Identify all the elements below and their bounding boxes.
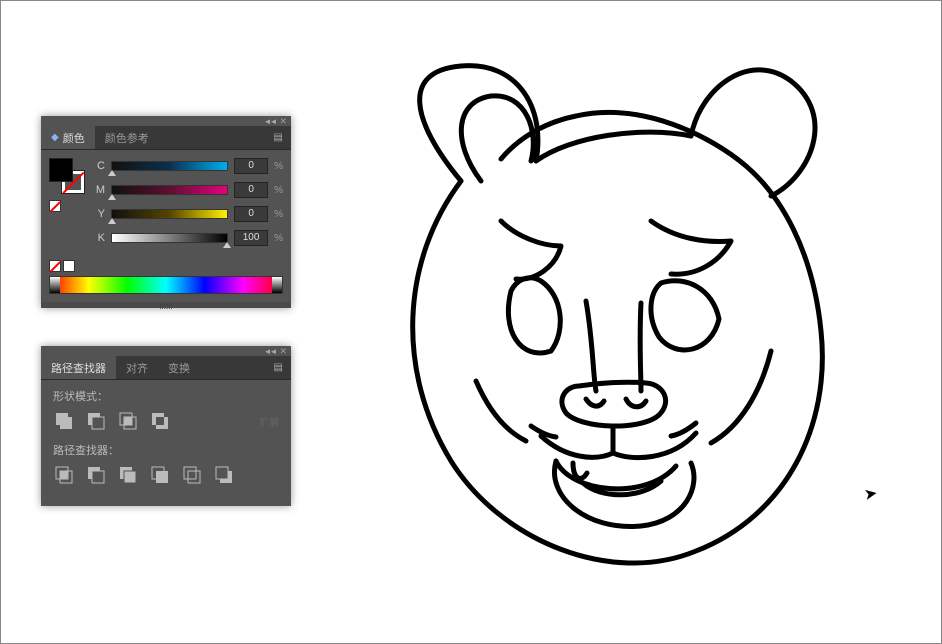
minus-front-button[interactable] (85, 410, 107, 432)
pathfinder-tabs: 路径查找器 对齐 变换 ▤ (41, 356, 291, 380)
outline-button[interactable] (181, 464, 203, 486)
color-panel-tabs: ◆ 颜色 颜色参考 ▤ (41, 126, 291, 150)
canvas-artwork (341, 31, 921, 611)
tab-align[interactable]: 对齐 (116, 356, 158, 379)
collapse-arrows-icon[interactable]: ◄◄ (264, 117, 276, 126)
slider-c[interactable] (111, 161, 228, 171)
slider-label: Y (93, 208, 105, 220)
panel-topbar: ◄◄ ✕ (41, 116, 291, 126)
slider-m[interactable] (111, 185, 228, 195)
tab-label: 路径查找器 (51, 360, 106, 376)
fill-swatch[interactable] (49, 158, 73, 182)
slider-label: M (93, 184, 105, 196)
tab-label: 颜色参考 (105, 130, 149, 146)
minus-back-button[interactable] (213, 464, 235, 486)
tab-label: 变换 (168, 360, 190, 376)
color-panel-body: C 0 % M 0 % Y 0 % K 100 % (41, 150, 291, 256)
slider-y[interactable] (111, 209, 228, 219)
pct-label: % (274, 161, 283, 172)
merge-button[interactable] (117, 464, 139, 486)
tab-label: 颜色 (63, 130, 85, 146)
tab-label: 对齐 (126, 360, 148, 376)
slider-y-value[interactable]: 0 (234, 206, 268, 222)
slider-c-row: C 0 % (93, 158, 283, 174)
unite-button[interactable] (53, 410, 75, 432)
panel-menu-icon[interactable]: ▤ (266, 362, 291, 373)
trim-button[interactable] (85, 464, 107, 486)
panel-menu-icon[interactable]: ▤ (266, 132, 291, 143)
slider-k[interactable] (111, 233, 228, 243)
pathfinders-row (53, 464, 279, 486)
close-panel-icon[interactable]: ✕ (279, 346, 287, 357)
panel-topbar: ◄◄ ✕ (41, 346, 291, 356)
pathfinders-label: 路径查找器： (53, 442, 279, 458)
slider-label: K (93, 232, 105, 244)
cmyk-sliders: C 0 % M 0 % Y 0 % K 100 % (93, 158, 283, 248)
pathfinder-body: 形状模式： 扩展 路径查找器： (41, 380, 291, 506)
tab-pathfinder[interactable]: 路径查找器 (41, 356, 116, 379)
none-swatch[interactable] (49, 200, 61, 212)
footer-none-swatch[interactable] (49, 260, 61, 272)
expand-icon: ◆ (51, 132, 59, 143)
slider-m-row: M 0 % (93, 182, 283, 198)
color-panel: ◄◄ ✕ ◆ 颜色 颜色参考 ▤ C 0 % M (41, 116, 291, 308)
pathfinder-panel: ◄◄ ✕ 路径查找器 对齐 变换 ▤ 形状模式： (41, 346, 291, 506)
collapse-arrows-icon[interactable]: ◄◄ (264, 347, 276, 356)
crop-button[interactable] (149, 464, 171, 486)
slider-m-value[interactable]: 0 (234, 182, 268, 198)
color-footer (41, 256, 291, 302)
mini-swatches (49, 200, 61, 212)
footer-white-swatch[interactable] (63, 260, 75, 272)
exclude-button[interactable] (149, 410, 171, 432)
slider-c-value[interactable]: 0 (234, 158, 268, 174)
fill-stroke-swatches (49, 158, 85, 248)
tab-color-guide[interactable]: 颜色参考 (95, 126, 159, 149)
slider-label: C (93, 160, 105, 172)
expand-button: 扩展 (259, 414, 279, 429)
slider-y-row: Y 0 % (93, 206, 283, 222)
pct-label: % (274, 209, 283, 220)
panel-resizer[interactable]: :::::: (41, 302, 291, 308)
tab-transform[interactable]: 变换 (158, 356, 200, 379)
close-panel-icon[interactable]: ✕ (279, 116, 287, 127)
pct-label: % (274, 233, 283, 244)
shape-modes-row: 扩展 (53, 410, 279, 432)
slider-k-row: K 100 % (93, 230, 283, 246)
slider-k-value[interactable]: 100 (234, 230, 268, 246)
intersect-button[interactable] (117, 410, 139, 432)
spectrum-picker[interactable] (49, 276, 283, 294)
tab-color[interactable]: ◆ 颜色 (41, 126, 95, 149)
pct-label: % (274, 185, 283, 196)
divide-button[interactable] (53, 464, 75, 486)
shape-modes-label: 形状模式： (53, 388, 279, 404)
